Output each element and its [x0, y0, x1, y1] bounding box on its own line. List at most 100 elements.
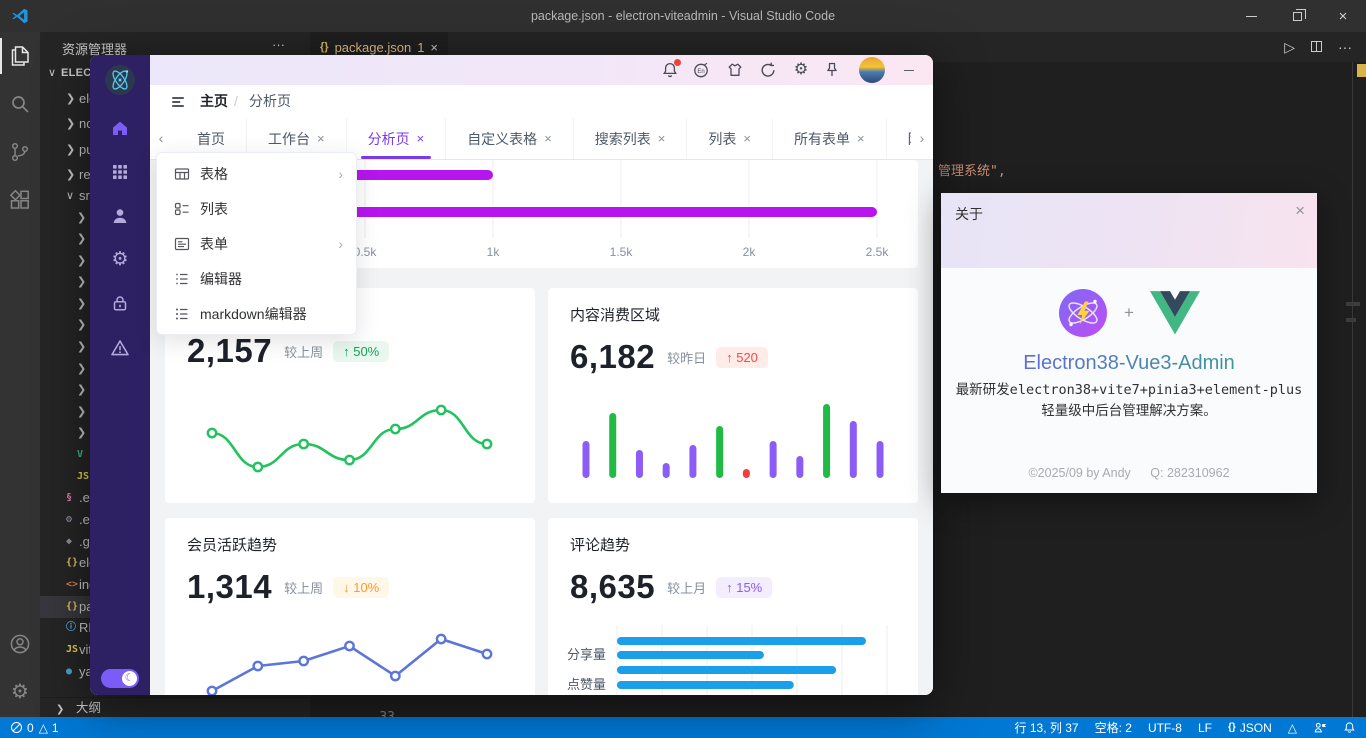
vscode-titlebar: package.json - electron-viteadmin - Visu…: [0, 0, 1366, 32]
menu-item-表格[interactable]: 表格›: [157, 156, 356, 191]
dark-mode-toggle[interactable]: ☾: [101, 669, 139, 688]
app-tab-label: 首页: [197, 129, 225, 149]
split-editor-button[interactable]: [1311, 39, 1322, 55]
extensions-icon[interactable]: [8, 188, 32, 212]
settings-gear-icon[interactable]: ⚙: [792, 61, 810, 79]
language-mode[interactable]: {} JSON: [1228, 721, 1272, 735]
chevron-right-icon: ❯: [66, 88, 75, 110]
theme-skin-icon[interactable]: [726, 61, 744, 79]
comment-value: 8,635: [570, 568, 655, 606]
nav-permission-icon[interactable]: [110, 293, 130, 313]
diamond-file-icon: ◆: [66, 531, 72, 553]
minimize-icon: [1246, 16, 1257, 17]
active-indicator: [0, 38, 2, 74]
chevron-right-icon: ›: [338, 236, 343, 252]
app-tab-label: 搜索列表: [595, 129, 651, 149]
feedback-icon[interactable]: [1313, 721, 1327, 734]
svg-text:2.5k: 2.5k: [866, 245, 890, 259]
tab-close-icon[interactable]: ×: [857, 131, 865, 146]
app-tab-搜索列表[interactable]: 搜索列表 ×: [574, 118, 688, 159]
language-icon[interactable]: En: [692, 61, 710, 79]
tab-close-icon[interactable]: ×: [658, 131, 666, 146]
minimize-button[interactable]: [1228, 0, 1274, 32]
source-control-icon[interactable]: [8, 140, 32, 164]
app-tab-列表[interactable]: 列表 ×: [687, 118, 773, 159]
nav-user-icon[interactable]: [110, 206, 130, 226]
cursor-position[interactable]: 行 13, 列 37: [1015, 719, 1079, 736]
app-tab-label: 所有表单: [794, 129, 850, 149]
svg-text:点赞量: 点赞量: [567, 677, 606, 692]
card-title: 会员活跃趋势: [187, 534, 277, 555]
menu-item-markdown编辑器[interactable]: markdown编辑器: [157, 296, 356, 331]
menu-item-表单[interactable]: 表单›: [157, 226, 356, 261]
chevron-right-icon: ❯: [77, 207, 86, 229]
indentation[interactable]: 空格: 2: [1095, 719, 1132, 736]
run-button[interactable]: ▷: [1284, 39, 1295, 56]
about-close-icon[interactable]: ×: [1295, 201, 1305, 221]
about-panel: 关于 × + Electron38-Vue3-Admin 最新研发electro…: [941, 193, 1317, 493]
outline-section[interactable]: ❯ 大纲: [40, 697, 310, 717]
js-file-icon: JS: [77, 466, 89, 488]
form-icon: [174, 236, 190, 252]
content-badge: ↑ 520: [716, 347, 768, 368]
svg-text:0.5k: 0.5k: [354, 245, 378, 259]
nav-error-icon[interactable]: [110, 338, 130, 358]
close-button[interactable]: ×: [1320, 0, 1366, 32]
app-tab-分析页[interactable]: 分析页×: [347, 118, 447, 159]
pin-icon[interactable]: [823, 61, 841, 79]
tab-close-icon[interactable]: ×: [417, 131, 425, 146]
eol-sequence[interactable]: LF: [1198, 721, 1212, 735]
card-title: 评论趋势: [570, 534, 630, 555]
more-actions-button[interactable]: ···: [1338, 39, 1352, 55]
refresh-icon[interactable]: [759, 61, 777, 79]
tab-close-icon[interactable]: ×: [544, 131, 552, 146]
comment-badge: ↑ 15%: [716, 577, 772, 598]
errors-indicator[interactable]: 0: [10, 721, 34, 735]
chevron-right-icon: ❯: [77, 358, 86, 380]
about-title: 关于: [955, 204, 983, 224]
app-minimize-button[interactable]: [898, 55, 920, 85]
encoding[interactable]: UTF-8: [1148, 721, 1182, 735]
app-tab-所有表单[interactable]: 所有表单 ×: [773, 118, 887, 159]
menu-item-编辑器[interactable]: 编辑器: [157, 261, 356, 296]
about-description: 最新研发electron38+vite7+pinia3+element-plus…: [951, 380, 1307, 422]
menu-item-列表[interactable]: 列表: [157, 191, 356, 226]
window-title: package.json - electron-viteadmin - Visu…: [0, 0, 1366, 32]
search-icon[interactable]: [8, 92, 32, 116]
nav-settings-icon[interactable]: ⚙: [110, 250, 130, 270]
settings-gear-icon[interactable]: ⚙: [8, 680, 32, 704]
nav-apps-icon[interactable]: [110, 162, 130, 182]
minimap-modified-mark: [1357, 64, 1366, 77]
notifications-bell-icon[interactable]: [1343, 721, 1356, 734]
markdown-icon: [174, 306, 190, 322]
problems-icon[interactable]: △: [1288, 721, 1297, 735]
close-icon: ×: [1339, 9, 1348, 24]
vue-file-icon: V: [77, 444, 83, 466]
user-avatar[interactable]: [859, 57, 885, 83]
tab-scroll-right[interactable]: ›: [911, 118, 933, 159]
card-title: 内容消费区域: [570, 304, 660, 325]
chevron-right-icon: ›: [338, 166, 343, 182]
app-tab-label: 列表: [708, 129, 736, 149]
chevron-right-icon: ❯: [77, 422, 86, 444]
app-logo-icon[interactable]: [104, 64, 136, 96]
warnings-indicator[interactable]: △ 1: [39, 721, 59, 735]
tab-problem-badge: 1: [417, 40, 424, 55]
explorer-icon[interactable]: [8, 44, 32, 68]
tab-close-icon[interactable]: ×: [317, 131, 325, 146]
tab-close-icon[interactable]: ×: [430, 40, 438, 55]
content-bar-chart: [548, 388, 918, 498]
account-icon[interactable]: [8, 632, 32, 656]
restore-button[interactable]: [1274, 0, 1320, 32]
menu-collapse-icon[interactable]: [170, 94, 186, 110]
explorer-actions-button[interactable]: ···: [272, 37, 285, 52]
nav-home-icon[interactable]: [110, 118, 130, 138]
activity-bar: ⚙: [0, 32, 40, 717]
editor-icon: [174, 271, 190, 287]
app-tab-自定义表格[interactable]: 自定义表格×: [446, 118, 574, 159]
tab-close-icon[interactable]: ×: [743, 131, 751, 146]
svg-text:2k: 2k: [743, 245, 757, 259]
breadcrumb-home[interactable]: 主页: [200, 85, 228, 118]
braces-file-icon: {}: [66, 552, 78, 574]
menu-item-label: 编辑器: [200, 269, 242, 289]
